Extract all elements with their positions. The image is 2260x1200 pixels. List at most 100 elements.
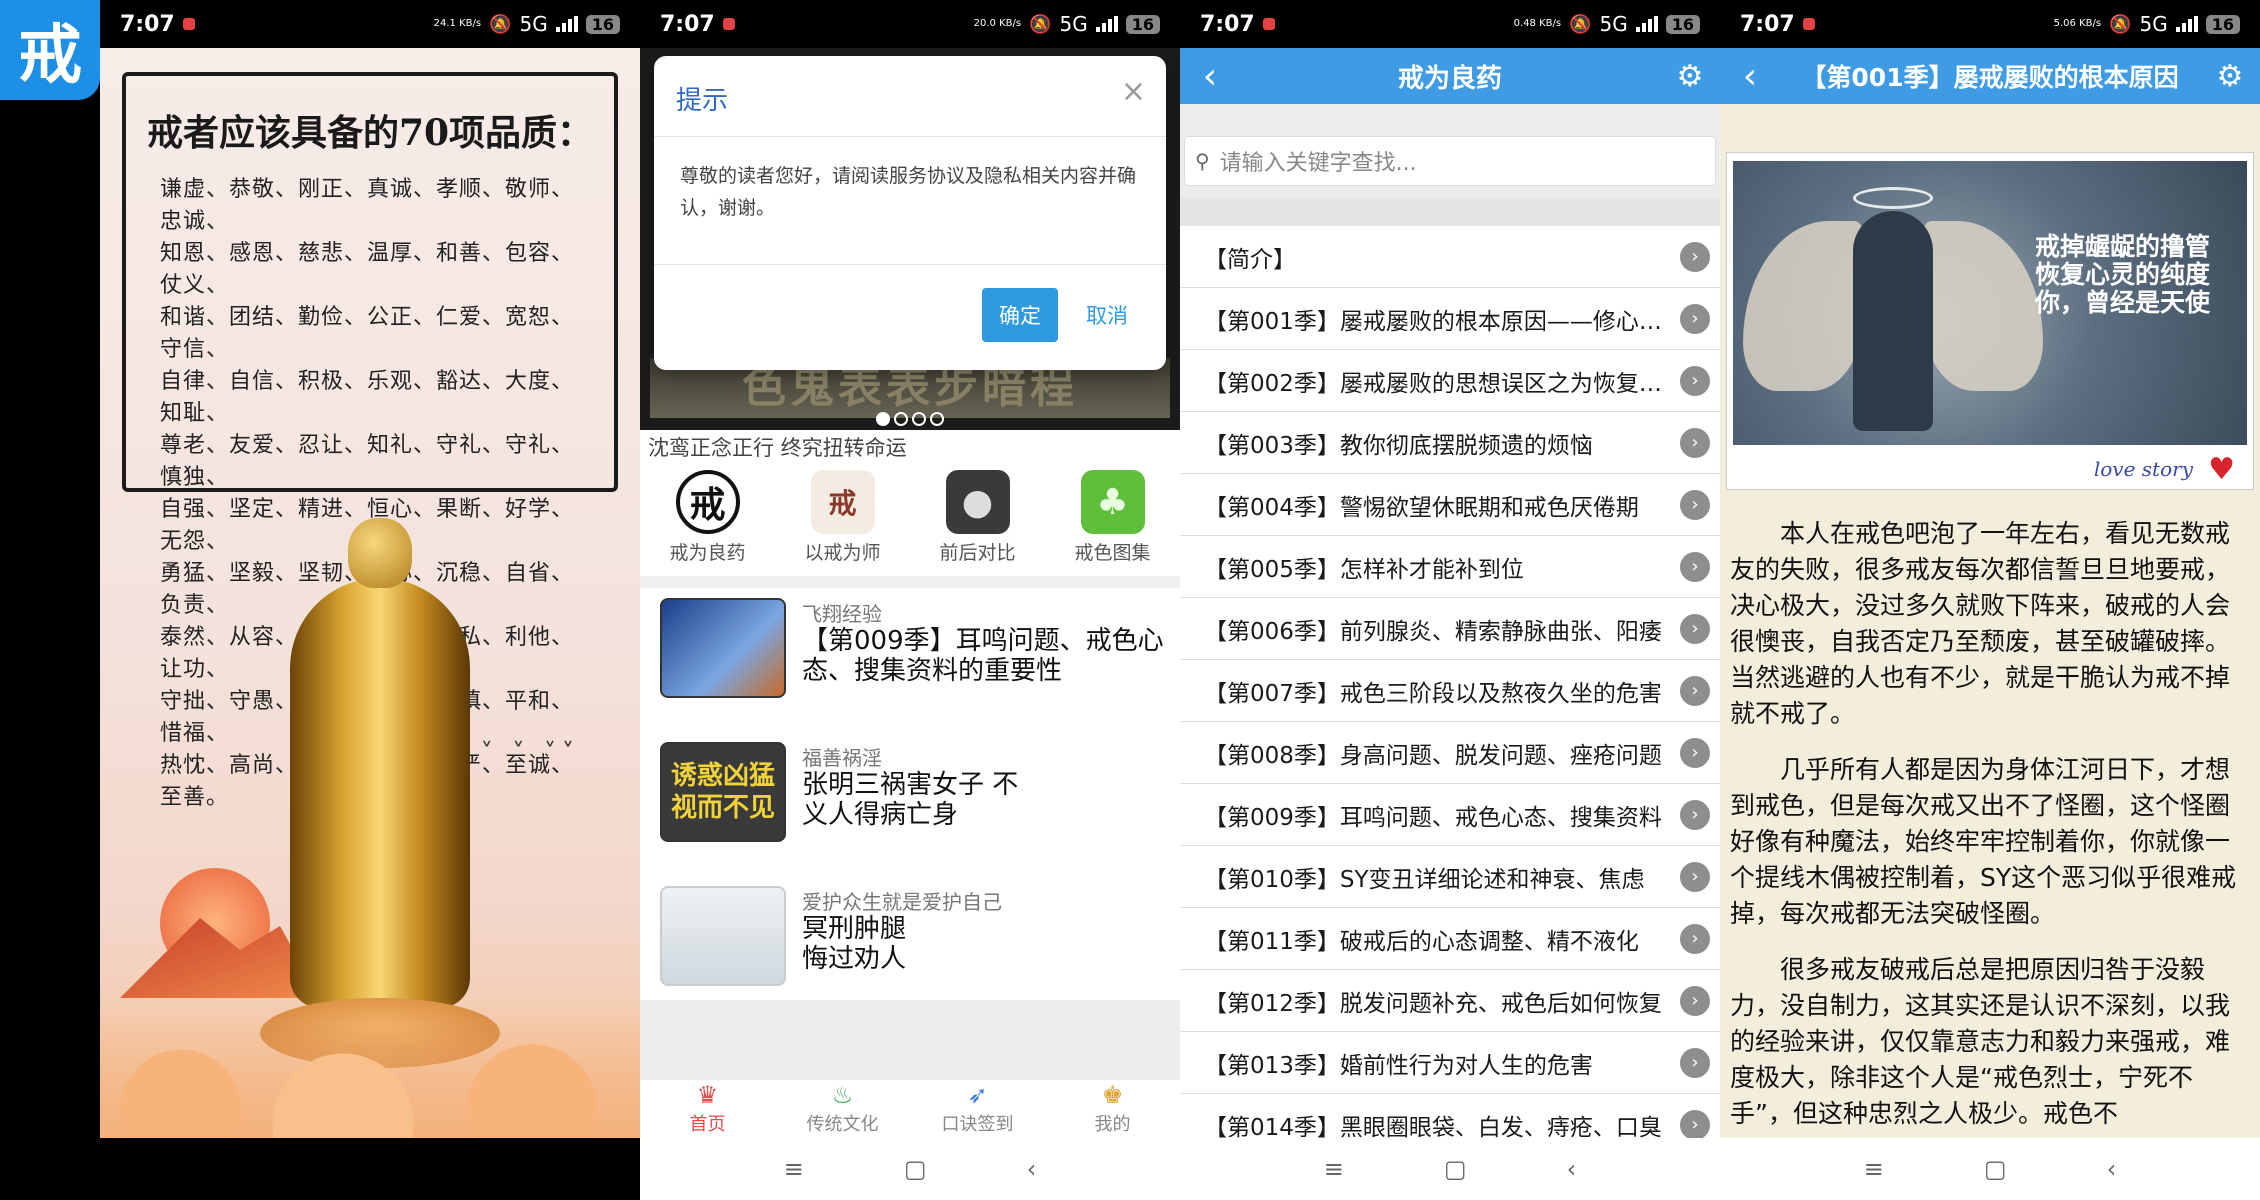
mute-icon: 🔕 [489, 13, 512, 35]
list-item-title: 【第014季】黑眼圈眼袋、白发、痔疮、口臭 [1204, 1114, 1662, 1141]
battery-level: 16 [2205, 14, 2240, 34]
home-nav-button[interactable]: ▢ [1984, 1155, 2007, 1183]
article-thumbnail [660, 598, 786, 698]
gear-icon[interactable]: ⚙ [2200, 59, 2260, 94]
list-item[interactable]: 【第004季】警惕欲望休眠期和戒色厌倦期 › [1180, 474, 1720, 536]
list-item[interactable]: 【第001季】屡戒屡败的根本原因——修心与修身 › [1180, 288, 1720, 350]
menu-nav-button[interactable]: ≡ [1324, 1155, 1344, 1183]
chevron-right-icon: › [1680, 923, 1710, 954]
section-divider [640, 576, 1180, 588]
back-nav-button[interactable]: ‹ [1567, 1155, 1577, 1183]
phone-poster-screen: 7:07 24.1 KB/s 🔕 5G 16 戒者应该具备的70项品质： 谦虚、… [100, 0, 640, 1200]
tab-culture[interactable]: ♨ 传统文化 [783, 1080, 903, 1138]
list-item[interactable]: 【第009季】耳鸣问题、戒色心态、搜集资料 › [1180, 784, 1720, 846]
chevron-right-icon: › [1680, 861, 1710, 892]
battery-level: 16 [1125, 14, 1160, 34]
category-before-after[interactable]: ● 前后对比 [918, 468, 1038, 568]
carousel-dot[interactable] [876, 412, 890, 426]
category-label: 前后对比 [939, 542, 1016, 564]
confirm-button[interactable]: 确定 [982, 288, 1058, 342]
article-item[interactable]: 飞翔经验 【第009季】耳鸣问题、戒色心态、搜集资料的重要性 [660, 598, 1170, 728]
chevron-right-icon: › [1680, 427, 1710, 458]
carousel-dots[interactable] [640, 412, 1180, 430]
category-yijie-weishi[interactable]: 戒 以戒为师 [783, 468, 903, 568]
carousel-dot[interactable] [894, 412, 908, 426]
app-logo-icon[interactable]: 戒 [0, 0, 100, 100]
category-icon: ● [945, 470, 1010, 534]
list-item[interactable]: 【第006季】前列腺炎、精索静脉曲张、阳痿 › [1180, 598, 1720, 660]
category-label: 以戒为师 [804, 542, 881, 564]
back-nav-button[interactable]: ‹ [1027, 1155, 1037, 1183]
menu-nav-button[interactable]: ≡ [1864, 1155, 1884, 1183]
status-time: 7:07 [660, 11, 715, 37]
list-item[interactable]: 【简介】 › [1180, 226, 1720, 288]
tab-label: 口诀签到 [941, 1114, 1014, 1135]
chevron-right-icon: › [1680, 737, 1710, 768]
list-item-title: 【第008季】身高问题、脱发问题、痤疮问题 [1204, 742, 1662, 769]
carousel-dot[interactable] [930, 412, 944, 426]
mine-tab-icon: ♚ [1101, 1081, 1124, 1109]
back-nav-button[interactable]: ‹ [2107, 1155, 2117, 1183]
list-item[interactable]: 【第007季】戒色三阶段以及熬夜久坐的危害 › [1180, 660, 1720, 722]
cancel-button[interactable]: 取消 [1074, 288, 1140, 342]
status-bar: 7:07 0.48 KB/s 🔕 5G 16 [1180, 0, 1720, 48]
system-nav-bar: ≡ ▢ ‹ [640, 1138, 1180, 1200]
list-item[interactable]: 【第010季】SY变丑详细论述和神衰、焦虑 › [1180, 846, 1720, 908]
list-item[interactable]: 【第003季】教你彻底摆脱频遗的烦恼 › [1180, 412, 1720, 474]
chevron-right-icon: › [1680, 241, 1710, 272]
list-item[interactable]: 【第013季】婚前性行为对人生的危害 › [1180, 1032, 1720, 1094]
poster-line: 自律、自信、积极、乐观、豁达、大度、知耻、 [160, 369, 575, 426]
statue-head [348, 518, 412, 588]
app-bar: ‹ 戒为良药 ⚙ [1180, 48, 1720, 104]
record-icon [182, 18, 195, 30]
figure-silhouette [1853, 211, 1933, 431]
tab-mine[interactable]: ♚ 我的 [1053, 1080, 1173, 1138]
home-nav-button[interactable]: ▢ [1444, 1155, 1467, 1183]
angel-illustration: 戒掉龌龊的撸管 恢复心灵的纯度 你，曾经是天使 [1733, 161, 2247, 445]
poster-image: 戒者应该具备的70项品质： 谦虚、恭敬、刚正、真诚、孝顺、敬师、忠诚、 知恩、感… [100, 48, 640, 1138]
chevron-right-icon: › [1680, 303, 1710, 334]
signal-icon [1095, 16, 1118, 32]
list-item[interactable]: 【第002季】屡戒屡败的思想误区之为恢复而戒 › [1180, 350, 1720, 412]
article-item[interactable]: 诱惑凶猛 视而不见 福善祸淫 张明三祸害女子 不义人得病亡身 [660, 742, 1170, 872]
poster-line: 谦虚、恭敬、刚正、真诚、孝顺、敬师、忠诚、 [160, 177, 575, 234]
net-speed: 24.1 KB/s [433, 18, 482, 29]
list-item[interactable]: 【第011季】破戒后的心态调整、精不液化 › [1180, 908, 1720, 970]
back-arrow-icon[interactable]: ‹ [1720, 56, 1780, 97]
phone-list-screen: 7:07 0.48 KB/s 🔕 5G 16 ‹ 戒为良药 ⚙ ⚲ 请输入关键字… [1180, 0, 1720, 1200]
menu-nav-button[interactable]: ≡ [784, 1155, 804, 1183]
birds-illustration: ˅ ˅ ˅˅ [480, 738, 580, 766]
search-input[interactable]: ⚲ 请输入关键字查找... [1184, 136, 1716, 186]
divider [654, 264, 1166, 265]
back-arrow-icon[interactable]: ‹ [1180, 56, 1240, 97]
status-bar: 7:07 5.06 KB/s 🔕 5G 16 [1720, 0, 2260, 48]
home-tab-icon: ♛ [696, 1081, 719, 1109]
category-icon: 戒 [810, 470, 875, 534]
tab-checkin[interactable]: ➶ 口诀签到 [918, 1080, 1038, 1138]
category-grid: 戒 戒为良药 戒 以戒为师 ● 前后对比 ♣ 戒色图集 [640, 468, 1180, 568]
poster-title: 戒者应该具备的70项品质： [146, 112, 594, 154]
close-icon[interactable]: × [1121, 74, 1146, 109]
chevron-right-icon: › [1680, 799, 1710, 830]
list-item-title: 【第006季】前列腺炎、精索静脉曲张、阳痿 [1204, 618, 1662, 645]
network-type: 5G [1599, 12, 1628, 36]
tab-home[interactable]: ♛ 首页 [648, 1080, 768, 1138]
list-item[interactable]: 【第008季】身高问题、脱发问题、痤疮问题 › [1180, 722, 1720, 784]
battery-level: 16 [585, 14, 620, 34]
gear-icon[interactable]: ⚙ [1660, 59, 1720, 94]
heart-icon: ♥ [2208, 452, 2235, 487]
article-paragraph: 本人在戒色吧泡了一年左右，看见无数戒友的失败，很多戒友每次都信誓旦旦地要戒，决心… [1730, 519, 2231, 728]
category-jiewei-liangyao[interactable]: 戒 戒为良药 [648, 468, 768, 568]
culture-tab-icon: ♨ [831, 1081, 854, 1109]
system-nav-bar [100, 1138, 640, 1200]
status-time: 7:07 [120, 11, 175, 37]
chevron-right-icon: › [1680, 1047, 1710, 1078]
page-title: 戒为良药 [1397, 63, 1502, 94]
list-item[interactable]: 【第012季】脱发问题补充、戒色后如何恢复 › [1180, 970, 1720, 1032]
category-gallery[interactable]: ♣ 戒色图集 [1053, 468, 1173, 568]
article-item[interactable]: 爱护众生就是爱护自己 冥刑肿腿 悔过劝人 [660, 886, 1170, 1016]
list-item[interactable]: 【第005季】怎样补才能补到位 › [1180, 536, 1720, 598]
chevron-right-icon: › [1680, 551, 1710, 582]
carousel-dot[interactable] [912, 412, 926, 426]
home-nav-button[interactable]: ▢ [904, 1155, 927, 1183]
